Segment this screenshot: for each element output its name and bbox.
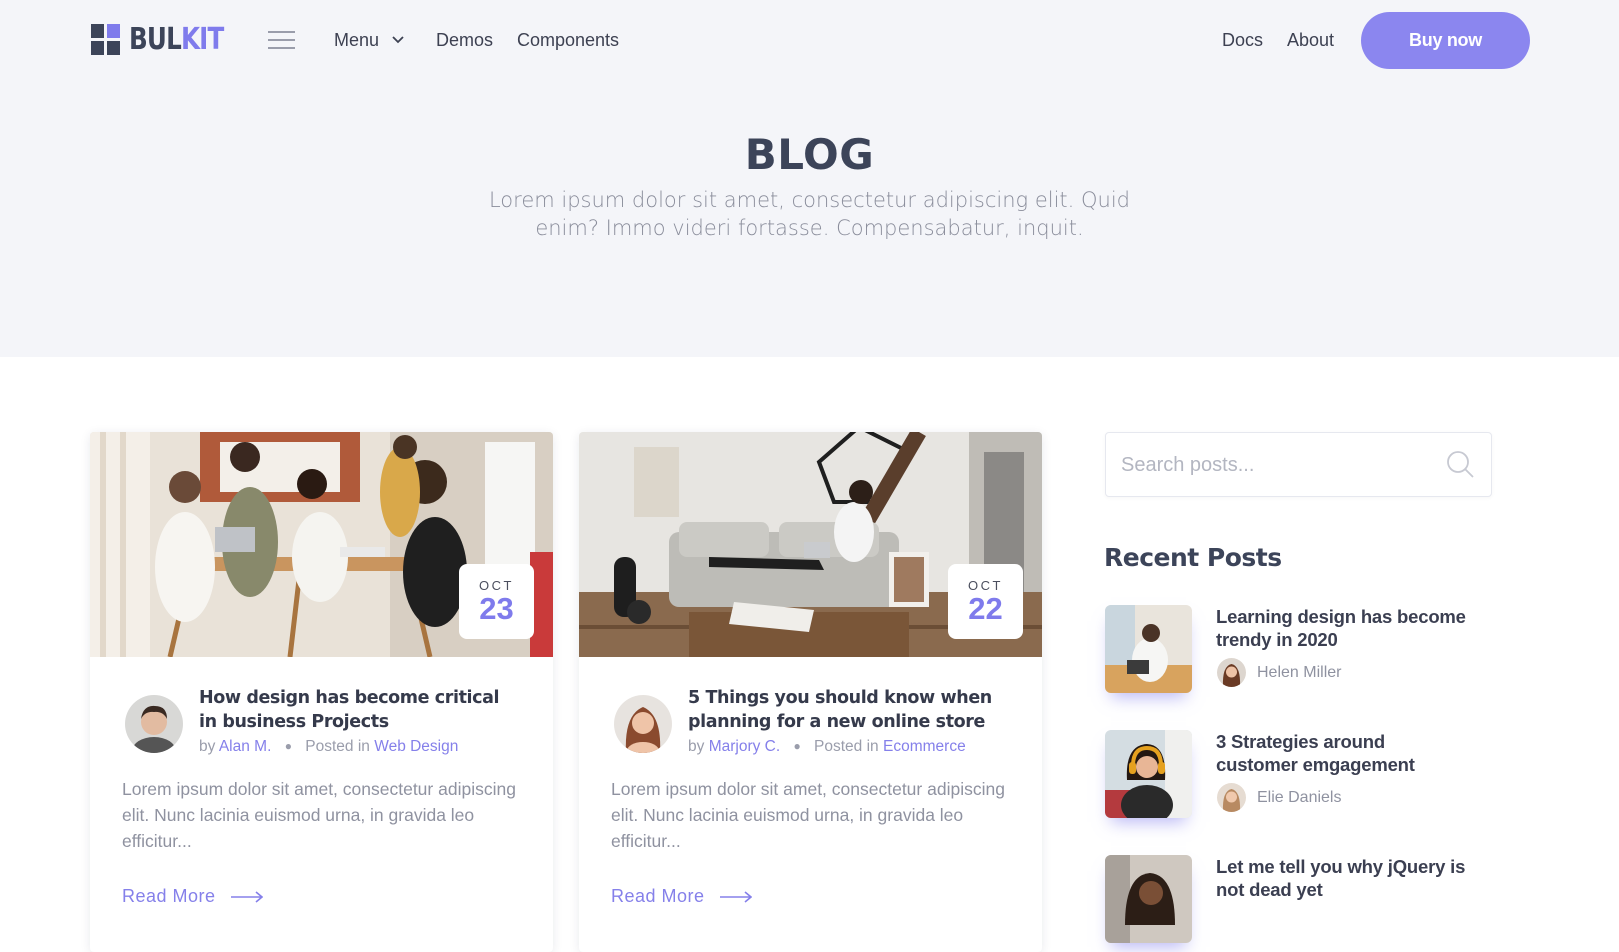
post-image[interactable]: OCT 23 bbox=[90, 432, 553, 657]
post-excerpt: Lorem ipsum dolor sit amet, consectetur … bbox=[122, 779, 516, 851]
post-title[interactable]: 5 Things you should know when planning f… bbox=[688, 686, 1008, 734]
bulkit-logo[interactable]: BULKIT bbox=[91, 24, 244, 56]
post-title[interactable]: How design has become critical in busine… bbox=[199, 686, 519, 734]
date-day: 22 bbox=[968, 591, 1003, 626]
recent-post-thumbnail[interactable] bbox=[1105, 730, 1192, 818]
post-image[interactable]: OCT 22 bbox=[579, 432, 1042, 657]
logo-mark-icon bbox=[91, 24, 121, 56]
author-link[interactable]: Marjory C. bbox=[709, 738, 780, 755]
post-meta: by Alan M. ● Posted in Web Design bbox=[199, 738, 459, 755]
recent-post-author-avatar bbox=[1217, 783, 1246, 812]
recent-post-author: Elie Daniels bbox=[1257, 789, 1342, 806]
category-link[interactable]: Web Design bbox=[374, 738, 458, 755]
arrow-right-icon bbox=[231, 891, 264, 903]
nav-menu-label: Menu bbox=[334, 30, 380, 50]
date-badge: OCT 23 bbox=[459, 564, 534, 639]
search-input[interactable] bbox=[1121, 451, 1421, 479]
chevron-down-icon bbox=[392, 36, 404, 44]
recent-post-author-avatar bbox=[1217, 658, 1246, 687]
logo-wordmark: BULKIT bbox=[129, 22, 224, 57]
search-icon[interactable] bbox=[1446, 450, 1476, 480]
blog-card[interactable]: OCT 22 5 Things you should know when pla… bbox=[579, 432, 1042, 952]
author-link[interactable]: Alan M. bbox=[219, 738, 272, 755]
category-link[interactable]: Ecommerce bbox=[883, 738, 966, 755]
read-more-link[interactable]: Read More bbox=[122, 886, 264, 907]
recent-post-title[interactable]: 3 Strategies around customer emgagement bbox=[1216, 730, 1486, 776]
date-day: 23 bbox=[479, 591, 514, 626]
recent-posts-heading: Recent Posts bbox=[1104, 543, 1282, 572]
nav-about[interactable]: About bbox=[1287, 28, 1334, 52]
search-box[interactable] bbox=[1105, 432, 1492, 497]
nav-demos[interactable]: Demos bbox=[436, 28, 493, 52]
recent-post-author: Helen Miller bbox=[1257, 664, 1342, 681]
author-avatar[interactable] bbox=[614, 695, 672, 753]
recent-post-thumbnail[interactable] bbox=[1105, 855, 1192, 943]
buy-now-button[interactable]: Buy now bbox=[1361, 12, 1530, 69]
page-subtitle: Lorem ipsum dolor sit amet, consectetur … bbox=[488, 188, 1131, 240]
hamburger-menu-icon[interactable] bbox=[268, 31, 295, 49]
author-avatar[interactable] bbox=[125, 695, 183, 753]
arrow-right-icon bbox=[720, 891, 753, 903]
date-badge: OCT 22 bbox=[948, 564, 1023, 639]
post-excerpt: Lorem ipsum dolor sit amet, consectetur … bbox=[611, 779, 1005, 851]
read-more-link[interactable]: Read More bbox=[611, 886, 753, 907]
post-meta: by Marjory C. ● Posted in Ecommerce bbox=[688, 738, 966, 755]
nav-menu-dropdown[interactable]: Menu bbox=[334, 28, 404, 52]
nav-docs[interactable]: Docs bbox=[1222, 28, 1263, 52]
recent-post-title[interactable]: Let me tell you why jQuery is not dead ye… bbox=[1216, 855, 1486, 901]
page-title: BLOG bbox=[744, 130, 875, 179]
blog-card[interactable]: OCT 23 How design has become critical in… bbox=[90, 432, 553, 952]
recent-post-thumbnail[interactable] bbox=[1105, 605, 1192, 693]
recent-post-title[interactable]: Learning design has become trendy in 2020 bbox=[1216, 605, 1486, 651]
nav-components[interactable]: Components bbox=[517, 28, 619, 52]
